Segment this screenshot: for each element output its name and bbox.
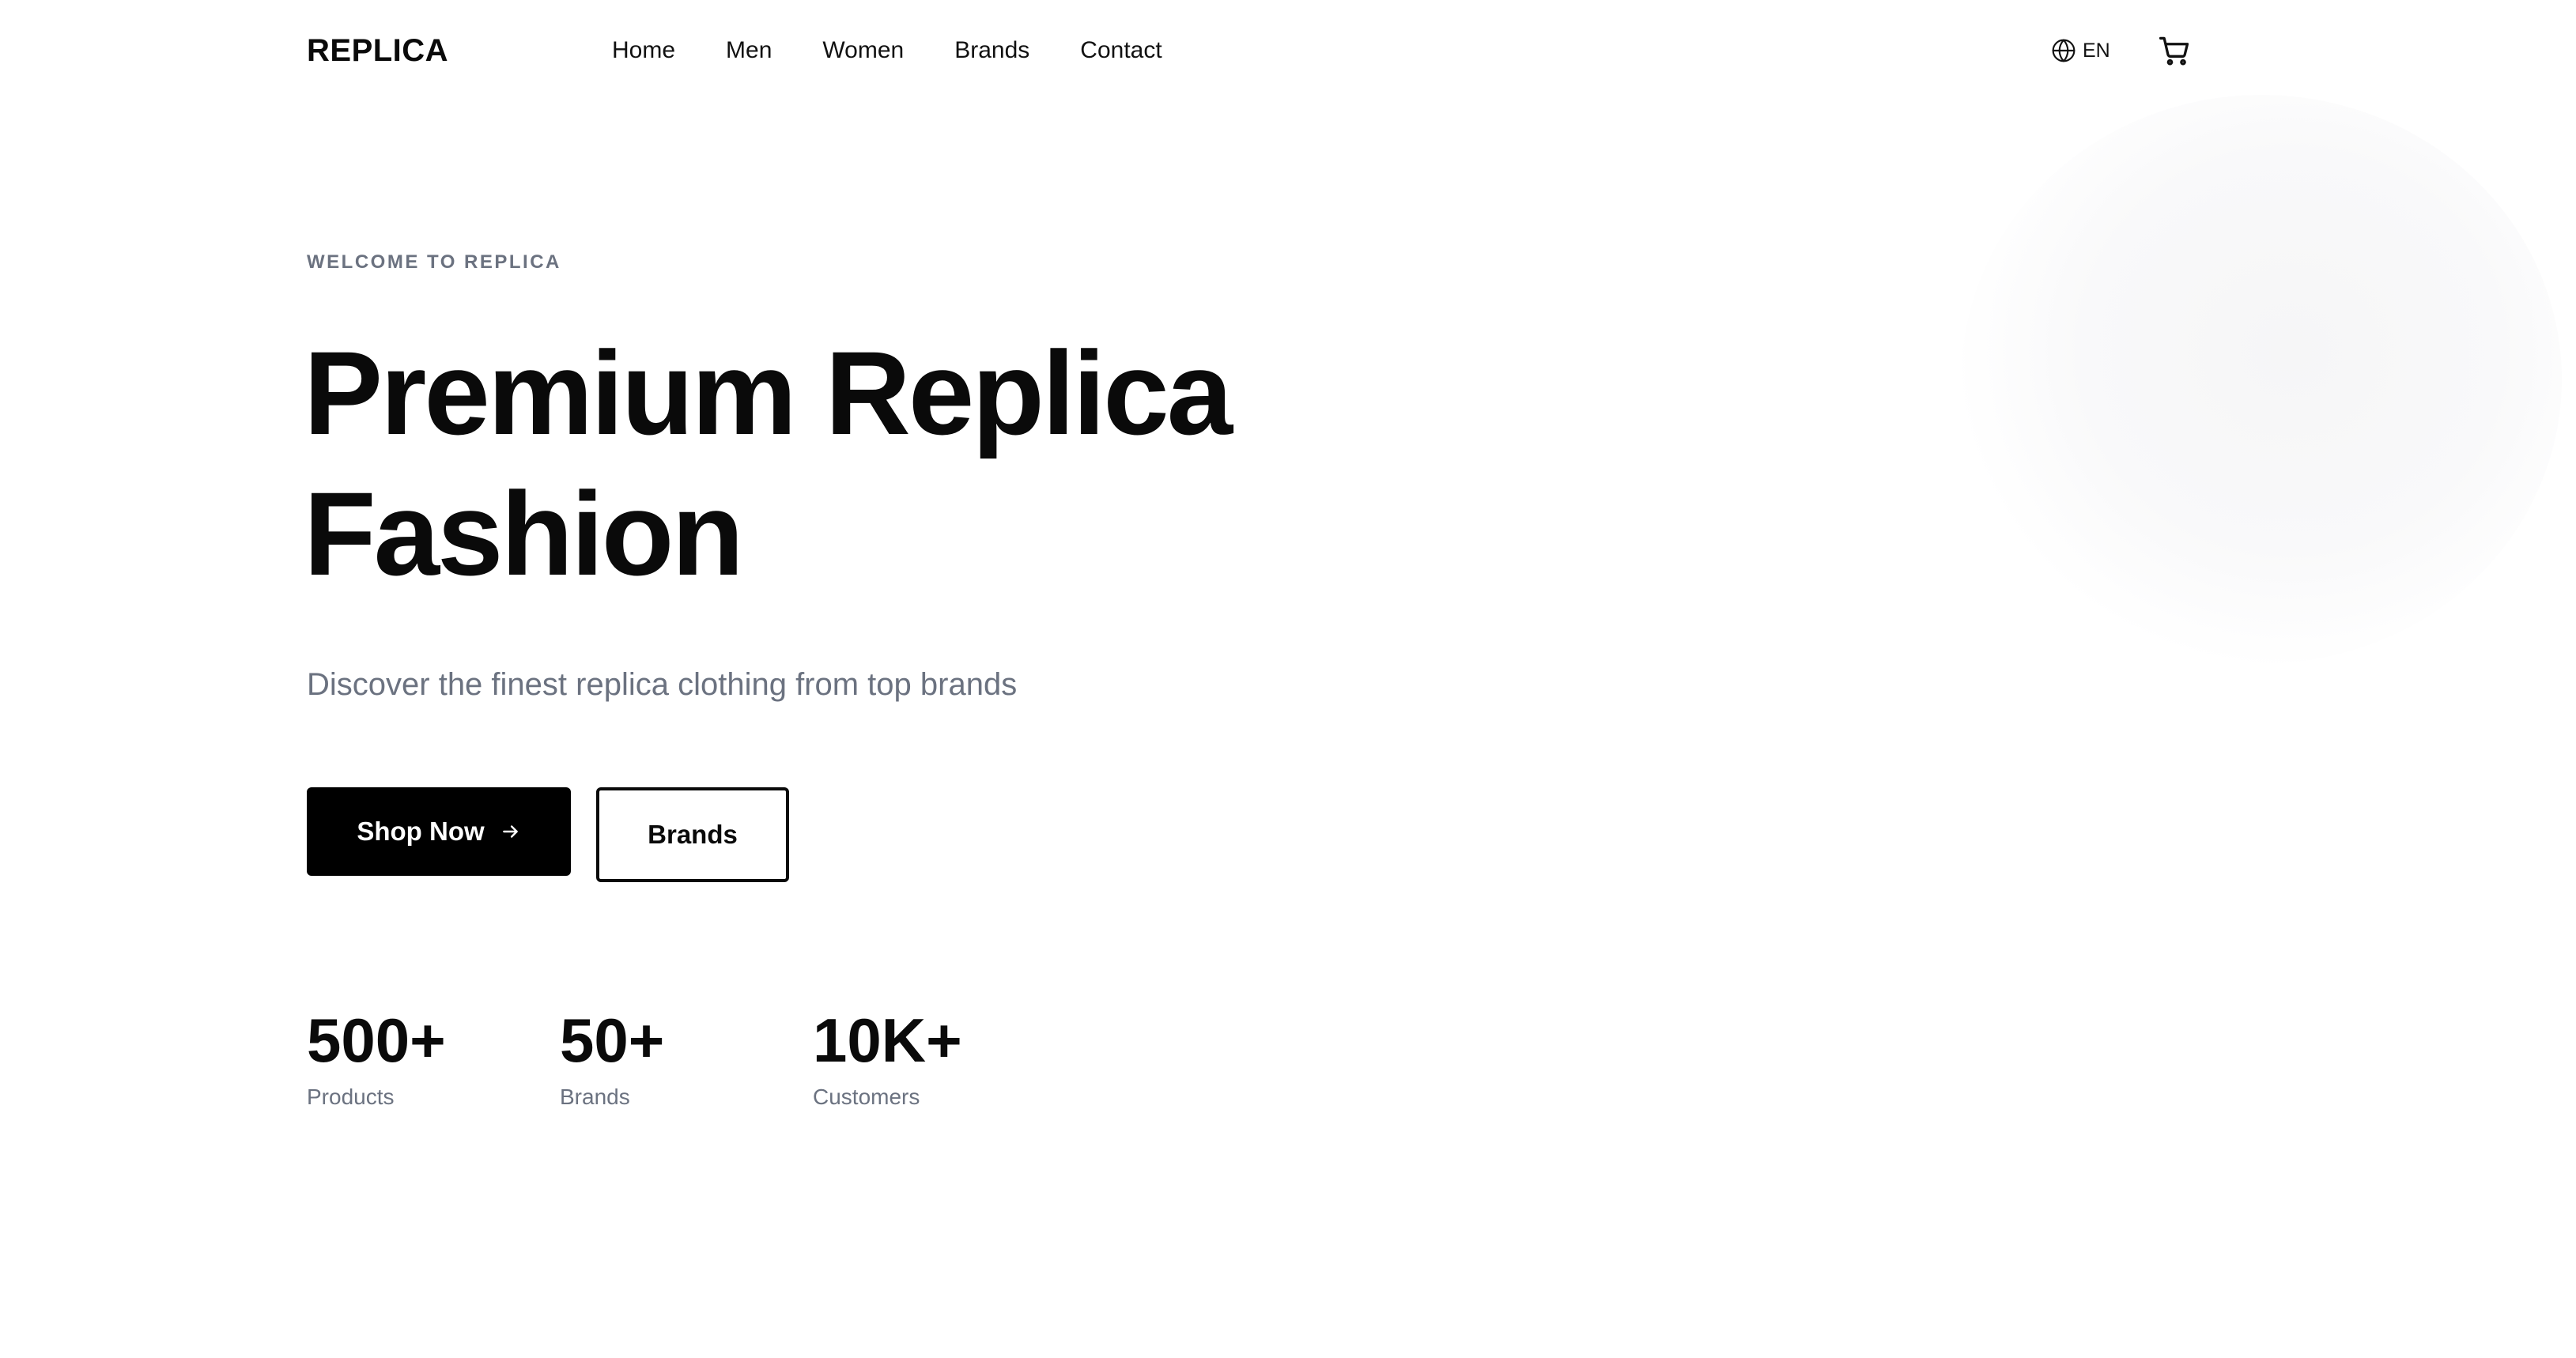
arrow-right-icon — [500, 821, 521, 842]
stat-products: 500+ Products — [307, 1002, 446, 1113]
stat-value: 50+ — [560, 1005, 665, 1075]
shop-now-label: Shop Now — [357, 817, 485, 846]
cart-button[interactable] — [2157, 33, 2192, 68]
brands-button-label: Brands — [648, 820, 738, 849]
nav-item-contact[interactable]: Contact — [1080, 35, 1161, 66]
site-header: REPLICA Home Men Women Brands Contact EN — [0, 0, 2576, 101]
hero-subtitle: Discover the finest replica clothing fro… — [307, 667, 1018, 702]
logo[interactable]: REPLICA — [307, 32, 448, 70]
stat-brands: 50+ Brands — [560, 1002, 664, 1113]
nav-item-men[interactable]: Men — [726, 35, 772, 66]
stat-value: 500+ — [307, 1005, 446, 1075]
stat-label: Customers — [813, 1085, 920, 1109]
page: REPLICA Home Men Women Brands Contact EN — [0, 0, 2576, 1358]
nav-item-women[interactable]: Women — [822, 35, 904, 66]
stat-customers: 10K+ Customers — [813, 1002, 962, 1113]
hero-headline-line2: Fashion — [304, 467, 744, 600]
nav-item-brands[interactable]: Brands — [954, 35, 1029, 66]
main-nav: Home Men Women Brands Contact — [612, 35, 1213, 66]
language-label: EN — [2083, 40, 2110, 62]
shop-now-button[interactable]: Shop Now — [307, 787, 571, 876]
stat-value: 10K+ — [813, 1005, 962, 1075]
hero-headline-line1: Premium Replica — [304, 326, 1233, 459]
nav-item-home[interactable]: Home — [612, 35, 675, 66]
globe-icon — [2051, 38, 2076, 63]
hero-eyebrow: WELCOME TO REPLICA — [307, 251, 561, 273]
hero-headline: Premium Replica Fashion — [304, 323, 1411, 604]
stat-label: Brands — [560, 1085, 630, 1109]
background-decoration — [1961, 95, 2562, 664]
shopping-cart-icon — [2157, 36, 2192, 71]
language-selector[interactable]: EN — [2051, 35, 2110, 66]
brands-button[interactable]: Brands — [596, 787, 789, 882]
stat-label: Products — [307, 1085, 395, 1109]
